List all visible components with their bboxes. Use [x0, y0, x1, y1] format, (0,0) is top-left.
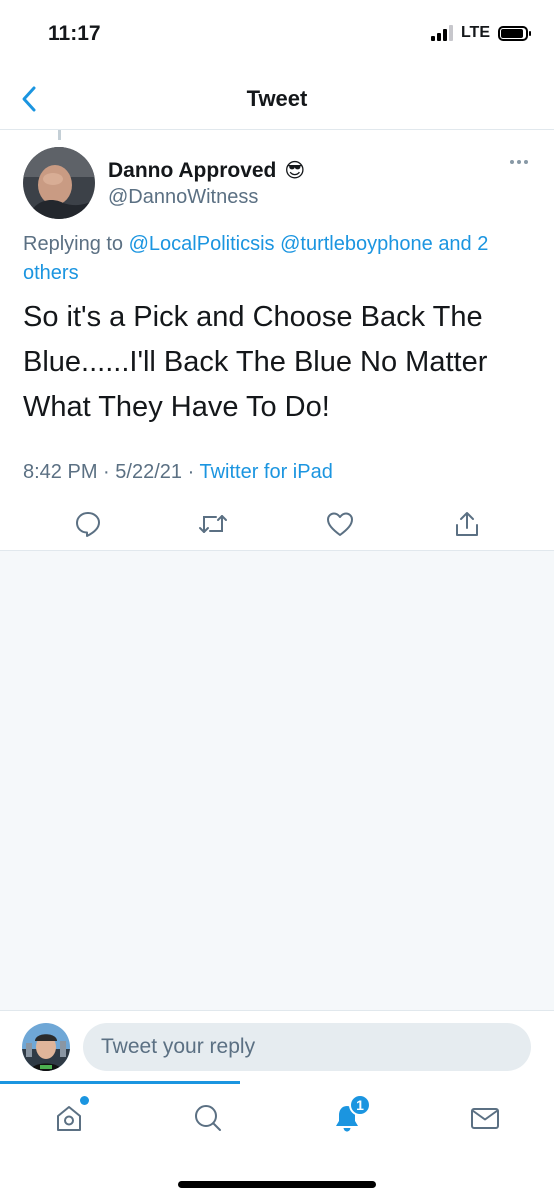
reply-button[interactable] [70, 506, 106, 542]
status-bar: 11:17 LTE [0, 0, 554, 70]
share-icon [456, 512, 478, 536]
reply-bar [0, 1011, 554, 1081]
status-time: 11:17 [48, 22, 101, 45]
empty-replies-area [0, 551, 554, 1011]
notifications-badge: 1 [349, 1094, 371, 1116]
reply-input[interactable] [83, 1023, 531, 1071]
author-avatar[interactable] [23, 147, 95, 219]
home-indicator [178, 1181, 376, 1188]
tab-messages[interactable] [463, 1096, 507, 1140]
tab-search[interactable] [186, 1096, 230, 1140]
author-name-row: Danno Approved 😎 [108, 158, 305, 183]
reply-mention-turtleboyphone[interactable]: @turtleboyphone [280, 233, 433, 255]
page-title: Tweet [246, 86, 308, 111]
tweet-meta: 8:42 PM · 5/22/21 · Twitter for iPad [23, 461, 333, 484]
replying-prefix: Replying to [23, 233, 124, 255]
tweet-time: 8:42 PM [23, 461, 98, 483]
tweet-actions [0, 500, 554, 551]
reply-mention-localpoliticsis[interactable]: @LocalPoliticsis [129, 233, 275, 255]
thread-connector [58, 130, 61, 140]
author-handle[interactable]: @DannoWitness [108, 186, 258, 209]
heart-icon [327, 512, 353, 536]
search-icon [195, 1105, 221, 1131]
retweet-button[interactable] [195, 506, 231, 542]
signal-icon [430, 25, 453, 41]
meta-separator: · [187, 461, 195, 483]
more-options-button[interactable] [510, 160, 528, 164]
network-label: LTE [460, 24, 490, 41]
tab-home[interactable] [47, 1096, 91, 1140]
reply-icon [76, 512, 100, 537]
sunglasses-emoji-icon: 😎 [284, 160, 306, 182]
battery-fill [501, 28, 523, 38]
user-avatar[interactable] [22, 1023, 70, 1071]
home-icon [57, 1106, 81, 1131]
tweet-date: 5/22/21 [115, 461, 183, 483]
more-dots-icon [510, 160, 514, 164]
like-button[interactable] [322, 506, 358, 542]
tab-notifications[interactable]: 1 [325, 1094, 371, 1140]
display-name[interactable]: Danno Approved [108, 159, 276, 183]
home-unread-dot [80, 1096, 89, 1105]
replying-to: Replying to @LocalPoliticsis @turtleboyp… [23, 230, 538, 288]
share-button[interactable] [449, 506, 485, 542]
meta-separator: · [103, 461, 110, 483]
nav-header: Tweet [0, 70, 554, 130]
user-avatar-photo [22, 1023, 70, 1071]
tweet-source[interactable]: Twitter for iPad [199, 461, 332, 483]
tweet-text: So it's a Pick and Choose Back The Blue.… [23, 301, 488, 423]
status-indicators: LTE [430, 24, 531, 42]
avatar-photo [23, 147, 95, 219]
retweet-icon [199, 515, 227, 533]
battery-icon [498, 25, 531, 41]
mail-icon [471, 1108, 499, 1129]
